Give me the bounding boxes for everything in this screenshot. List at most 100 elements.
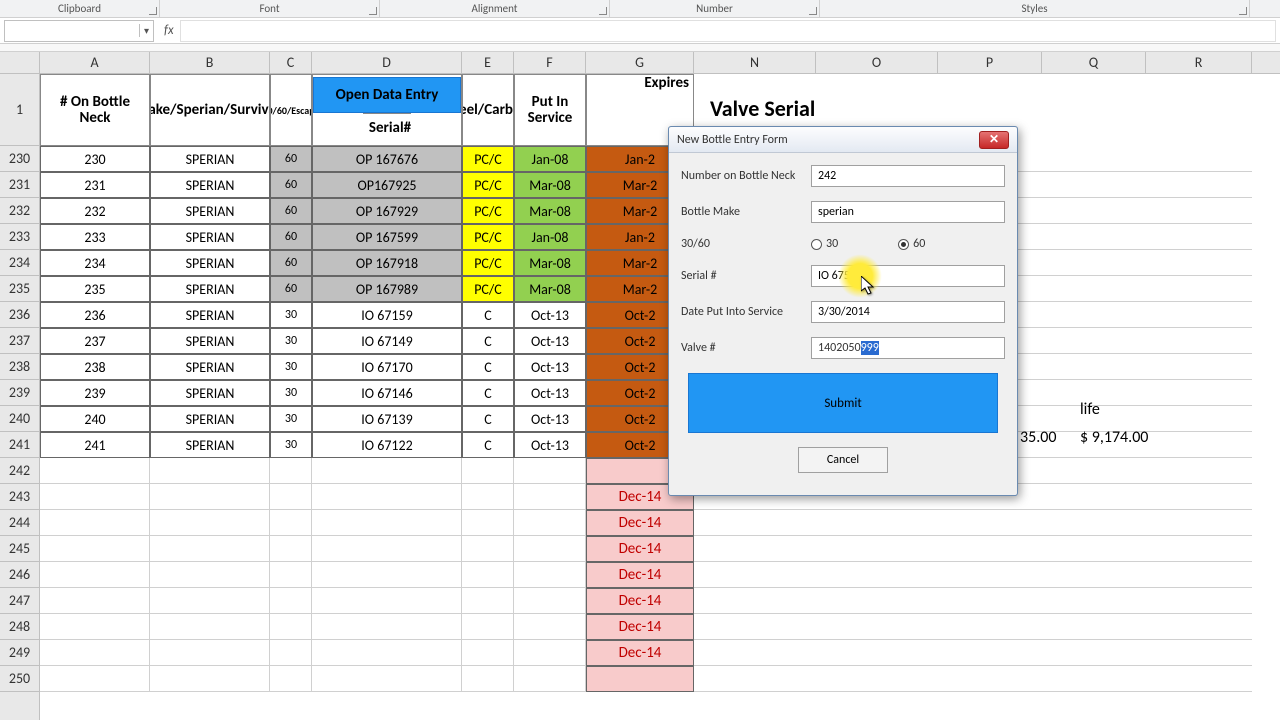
cell[interactable]: IO 67149 bbox=[312, 328, 462, 354]
cell[interactable]: Oct-13 bbox=[514, 432, 586, 458]
cell-blank[interactable] bbox=[1042, 458, 1146, 484]
row-header[interactable]: 230 bbox=[0, 146, 39, 172]
cell[interactable]: C bbox=[462, 354, 514, 380]
cell-blank[interactable] bbox=[1146, 302, 1252, 328]
cell-blank[interactable] bbox=[694, 588, 816, 614]
dialog-close-button[interactable]: ✕ bbox=[979, 131, 1009, 149]
submit-button[interactable]: Submit bbox=[688, 373, 998, 433]
cell[interactable]: SPERIAN bbox=[150, 276, 270, 302]
cell-blank[interactable] bbox=[40, 640, 150, 666]
cell[interactable]: PC/C bbox=[462, 276, 514, 302]
column-header-A[interactable]: A bbox=[40, 52, 150, 73]
cell-blank[interactable] bbox=[1146, 536, 1252, 562]
row-header[interactable]: 236 bbox=[0, 302, 39, 328]
cell-blank[interactable] bbox=[816, 640, 938, 666]
cell-blank[interactable] bbox=[1042, 302, 1146, 328]
cell[interactable]: IO 67139 bbox=[312, 406, 462, 432]
cell-blank[interactable] bbox=[462, 614, 514, 640]
input-valve-number[interactable]: 1402050999 bbox=[811, 337, 1005, 359]
column-header-G[interactable]: G bbox=[586, 52, 694, 73]
cell-blank[interactable] bbox=[40, 458, 150, 484]
cell-blank[interactable] bbox=[312, 588, 462, 614]
cancel-button[interactable]: Cancel bbox=[798, 447, 888, 473]
cell-blank[interactable] bbox=[462, 484, 514, 510]
cell[interactable]: 234 bbox=[40, 250, 150, 276]
dialog-launcher-icon[interactable] bbox=[1239, 7, 1247, 15]
cell[interactable]: OP 167599 bbox=[312, 224, 462, 250]
cell-blank[interactable] bbox=[312, 614, 462, 640]
cell-blank[interactable] bbox=[1042, 328, 1146, 354]
row-header[interactable]: 233 bbox=[0, 224, 39, 250]
cell-blank[interactable] bbox=[150, 640, 270, 666]
column-header-N[interactable]: N bbox=[694, 52, 816, 73]
input-serial-number[interactable] bbox=[811, 265, 1005, 287]
cell-blank[interactable] bbox=[1146, 74, 1252, 146]
cell-blank[interactable] bbox=[816, 588, 938, 614]
cell-blank[interactable] bbox=[1042, 510, 1146, 536]
cell-blank[interactable] bbox=[40, 666, 150, 692]
cell[interactable]: OP 167989 bbox=[312, 276, 462, 302]
cell-blank[interactable] bbox=[1042, 562, 1146, 588]
cell[interactable]: Mar-08 bbox=[514, 172, 586, 198]
cell-blank[interactable] bbox=[1042, 640, 1146, 666]
cell-blank[interactable] bbox=[1146, 146, 1252, 172]
cell-blank[interactable] bbox=[312, 666, 462, 692]
cell-blank[interactable] bbox=[938, 510, 1042, 536]
cell-blank[interactable] bbox=[150, 588, 270, 614]
row-header[interactable]: 238 bbox=[0, 354, 39, 380]
cell-blank[interactable] bbox=[1146, 614, 1252, 640]
name-box[interactable]: ▾ bbox=[4, 20, 154, 42]
cell[interactable]: C bbox=[462, 302, 514, 328]
cell-blank[interactable] bbox=[1146, 172, 1252, 198]
cell-blank[interactable] bbox=[312, 536, 462, 562]
cell-blank[interactable] bbox=[150, 666, 270, 692]
cell[interactable]: SPERIAN bbox=[150, 328, 270, 354]
cell-blank[interactable] bbox=[312, 510, 462, 536]
cell-blank[interactable] bbox=[150, 484, 270, 510]
cell-blank[interactable] bbox=[270, 614, 312, 640]
cell-blank[interactable] bbox=[1146, 432, 1252, 458]
cell-blank[interactable] bbox=[514, 562, 586, 588]
cell-blank[interactable] bbox=[1146, 484, 1252, 510]
cell-blank[interactable] bbox=[462, 510, 514, 536]
cell-blank[interactable] bbox=[514, 588, 586, 614]
cell[interactable]: Oct-13 bbox=[514, 406, 586, 432]
cell-blank[interactable] bbox=[1042, 250, 1146, 276]
cell-blank[interactable] bbox=[694, 666, 816, 692]
row-header[interactable]: 249 bbox=[0, 640, 39, 666]
cell-blank[interactable] bbox=[1042, 614, 1146, 640]
cell[interactable]: SPERIAN bbox=[150, 432, 270, 458]
cell[interactable]: 241 bbox=[40, 432, 150, 458]
cell-blank[interactable] bbox=[150, 536, 270, 562]
row-header[interactable]: 246 bbox=[0, 562, 39, 588]
cell-blank[interactable] bbox=[694, 614, 816, 640]
cell[interactable]: PC/C bbox=[462, 224, 514, 250]
cell[interactable]: 30 bbox=[270, 406, 312, 432]
cell[interactable]: 30 bbox=[270, 380, 312, 406]
cell-blank[interactable] bbox=[816, 510, 938, 536]
column-header-O[interactable]: O bbox=[816, 52, 938, 73]
column-header-P[interactable]: P bbox=[938, 52, 1042, 73]
cell-blank[interactable] bbox=[1146, 198, 1252, 224]
row-header[interactable]: 237 bbox=[0, 328, 39, 354]
cell[interactable]: 237 bbox=[40, 328, 150, 354]
cell-blank[interactable] bbox=[462, 666, 514, 692]
cell-blank[interactable] bbox=[694, 510, 816, 536]
cell[interactable]: SPERIAN bbox=[150, 250, 270, 276]
cell[interactable]: Mar-08 bbox=[514, 250, 586, 276]
row-header[interactable]: 231 bbox=[0, 172, 39, 198]
cell-blank[interactable] bbox=[40, 562, 150, 588]
cell[interactable]: Oct-13 bbox=[514, 380, 586, 406]
cell[interactable]: SPERIAN bbox=[150, 406, 270, 432]
cell-blank[interactable] bbox=[1146, 250, 1252, 276]
cell-blank[interactable] bbox=[150, 458, 270, 484]
cell-blank[interactable] bbox=[462, 562, 514, 588]
cell-blank[interactable] bbox=[938, 536, 1042, 562]
cell-blank[interactable] bbox=[312, 640, 462, 666]
cell-blank[interactable] bbox=[938, 640, 1042, 666]
dialog-launcher-icon[interactable] bbox=[149, 7, 157, 15]
column-header-R[interactable]: R bbox=[1146, 52, 1252, 73]
cell-blank[interactable] bbox=[1146, 510, 1252, 536]
cell[interactable]: 60 bbox=[270, 146, 312, 172]
row-header[interactable]: 235 bbox=[0, 276, 39, 302]
